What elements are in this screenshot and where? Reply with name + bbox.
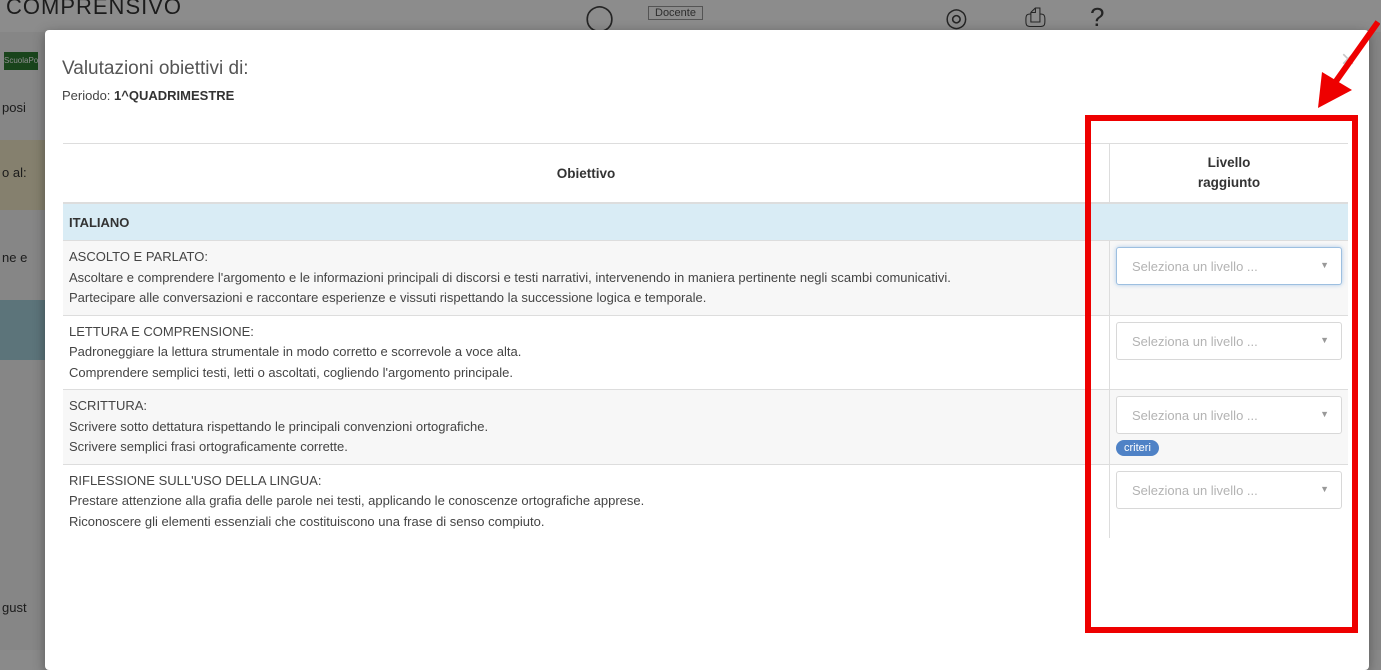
section-title: ITALIANO bbox=[63, 203, 1348, 241]
header-objective: Obiettivo bbox=[63, 143, 1110, 204]
objective-text: Partecipare alle conversazioni e raccont… bbox=[69, 290, 707, 305]
close-icon[interactable]: × bbox=[1341, 48, 1355, 72]
level-cell: Seleziona un livello ... ▼ bbox=[1109, 463, 1348, 538]
table-row: SCRITTURA: Scrivere sotto dettatura risp… bbox=[63, 389, 1348, 464]
objective-title: LETTURA E COMPRENSIONE: bbox=[69, 323, 254, 339]
level-select[interactable]: Seleziona un livello ... ▼ bbox=[1116, 321, 1342, 360]
objective-cell: RIFLESSIONE SULL'USO DELLA LINGUA: Prest… bbox=[63, 463, 1110, 538]
chevron-down-icon: ▼ bbox=[1320, 260, 1329, 270]
period-value: 1^QUADRIMESTRE bbox=[114, 88, 235, 103]
level-cell: Seleziona un livello ... ▼ bbox=[1109, 314, 1348, 390]
level-select[interactable]: Seleziona un livello ... ▼ bbox=[1116, 247, 1342, 285]
header-level-line: raggiunto bbox=[1197, 175, 1261, 190]
objective-text: Riconoscere gli elementi essenziali che … bbox=[69, 513, 545, 529]
criteri-badge[interactable]: criteri bbox=[1116, 440, 1159, 456]
header-level: Livello raggiunto bbox=[1109, 143, 1348, 204]
objective-title: ASCOLTO E PARLATO: bbox=[69, 249, 208, 264]
level-cell: Seleziona un livello ... ▼ bbox=[1109, 240, 1348, 315]
objective-text: Prestare attenzione alla grafia delle pa… bbox=[69, 493, 645, 508]
objective-title: SCRITTURA: bbox=[69, 398, 147, 413]
objective-text: Comprendere semplici testi, letti o asco… bbox=[69, 364, 513, 380]
level-select-placeholder: Seleziona un livello ... bbox=[1132, 259, 1258, 274]
table-row: ASCOLTO E PARLATO: Ascoltare e comprende… bbox=[63, 240, 1348, 315]
table-header-row: Obiettivo Livello raggiunto bbox=[63, 143, 1348, 204]
modal-title: Valutazioni obiettivi di: bbox=[62, 58, 249, 79]
level-select-placeholder: Seleziona un livello ... bbox=[1132, 333, 1258, 349]
objective-text: Scrivere sotto dettatura rispettando le … bbox=[69, 418, 489, 434]
objective-text: Scrivere semplici frasi ortograficamente… bbox=[69, 439, 348, 454]
period-label: Periodo: bbox=[62, 88, 111, 103]
table-row: LETTURA E COMPRENSIONE: Padroneggiare la… bbox=[63, 314, 1348, 390]
table-row: RIFLESSIONE SULL'USO DELLA LINGUA: Prest… bbox=[63, 463, 1348, 538]
objectives-table: Obiettivo Livello raggiunto ITALIANO ASC… bbox=[63, 143, 1348, 538]
level-cell: Seleziona un livello ... ▼ criteri bbox=[1109, 389, 1348, 464]
level-select[interactable]: Seleziona un livello ... ▼ bbox=[1116, 470, 1342, 509]
objective-cell: SCRITTURA: Scrivere sotto dettatura risp… bbox=[63, 389, 1110, 464]
objective-text: Padroneggiare la lettura strumentale in … bbox=[69, 344, 522, 359]
objectives-modal: Valutazioni obiettivi di: Periodo: 1^QUA… bbox=[45, 30, 1369, 670]
section-row: ITALIANO bbox=[63, 203, 1348, 241]
objective-cell: ASCOLTO E PARLATO: Ascoltare e comprende… bbox=[63, 240, 1110, 315]
level-select-placeholder: Seleziona un livello ... bbox=[1132, 482, 1258, 498]
objective-cell: LETTURA E COMPRENSIONE: Padroneggiare la… bbox=[63, 314, 1110, 390]
chevron-down-icon: ▼ bbox=[1320, 334, 1329, 345]
objective-text: Ascoltare e comprendere l'argomento e le… bbox=[69, 269, 951, 285]
chevron-down-icon: ▼ bbox=[1320, 483, 1329, 494]
level-select[interactable]: Seleziona un livello ... ▼ bbox=[1116, 396, 1342, 434]
level-select-placeholder: Seleziona un livello ... bbox=[1132, 408, 1258, 423]
header-level-line: Livello bbox=[1207, 155, 1251, 170]
chevron-down-icon: ▼ bbox=[1320, 409, 1329, 419]
period-line: Periodo: 1^QUADRIMESTRE bbox=[62, 88, 234, 103]
objective-title: RIFLESSIONE SULL'USO DELLA LINGUA: bbox=[69, 472, 322, 488]
